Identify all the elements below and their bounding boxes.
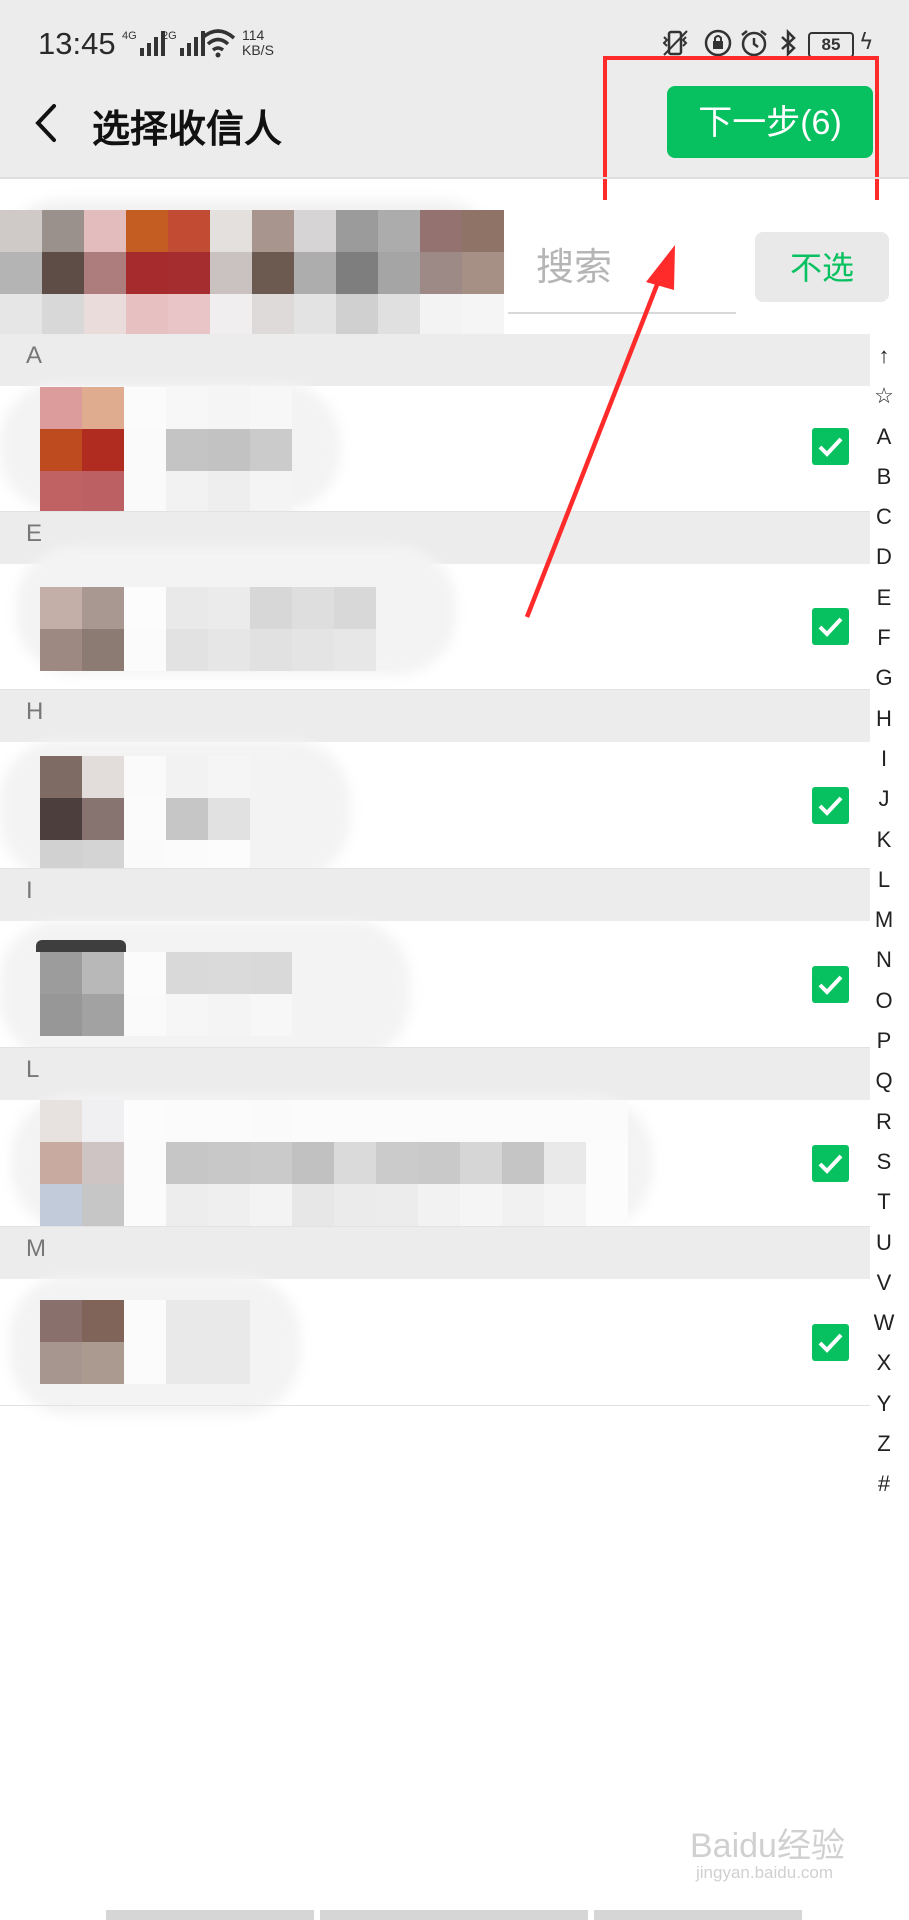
index-letter[interactable]: L (868, 860, 900, 900)
page-title: 选择收信人 (92, 107, 283, 151)
section-letter: I (26, 877, 33, 904)
search-underline (508, 312, 736, 314)
row-divider (0, 1405, 870, 1406)
back-icon[interactable] (28, 98, 68, 148)
index-letter[interactable]: P (868, 1021, 900, 1061)
index-letter[interactable]: ↑ (868, 336, 900, 376)
bluetooth-icon (773, 28, 803, 58)
index-letter[interactable]: M (868, 900, 900, 940)
checkbox-checked[interactable] (812, 608, 849, 645)
checkbox-checked[interactable] (812, 1145, 849, 1182)
index-letter[interactable]: O (868, 981, 900, 1021)
section-letter: A (26, 342, 43, 369)
index-letter[interactable]: D (868, 537, 900, 577)
signal-icon-sim1: 4G (122, 30, 165, 56)
alphabet-index[interactable]: ↑ ☆ A B C D E F G H I J K L M N O P Q R S T U V W X Y Z # (868, 336, 900, 1505)
watermark-brand: Baidu经验 (690, 1827, 845, 1865)
index-letter[interactable]: Z (868, 1424, 900, 1464)
alarm-icon (739, 28, 769, 58)
index-letter[interactable]: K (868, 820, 900, 860)
section-header: M (0, 1227, 870, 1279)
search-input[interactable]: 搜索 (536, 236, 612, 291)
index-letter[interactable]: X (868, 1343, 900, 1383)
wifi-icon (200, 28, 236, 58)
index-letter[interactable]: B (868, 457, 900, 497)
nav-bar-segment[interactable] (106, 1910, 314, 1920)
status-time: 13:45 (38, 26, 116, 61)
section-letter: M (26, 1235, 46, 1262)
checkbox-checked[interactable] (812, 1324, 849, 1361)
network-speed: 114 KB/S (242, 28, 274, 58)
selected-avatars-strip[interactable] (0, 210, 504, 336)
nav-bar-segment[interactable] (320, 1910, 588, 1920)
watermark-url: jingyan.baidu.com (696, 1863, 834, 1882)
index-letter[interactable]: E (868, 578, 900, 618)
charging-icon: ϟ (859, 30, 874, 55)
nav-bar-segment[interactable] (594, 1910, 802, 1920)
index-letter[interactable]: A (868, 417, 900, 457)
index-letter[interactable]: ☆ (868, 376, 900, 416)
contact-avatar (40, 1300, 250, 1384)
contact-avatar (40, 756, 250, 882)
index-letter[interactable]: J (868, 779, 900, 819)
divider (0, 177, 909, 179)
index-letter[interactable]: Y (868, 1384, 900, 1424)
index-letter[interactable]: U (868, 1223, 900, 1263)
index-letter[interactable]: G (868, 658, 900, 698)
contact-avatar (40, 952, 292, 1036)
index-letter[interactable]: Q (868, 1061, 900, 1101)
contact-avatar (40, 587, 376, 671)
index-letter[interactable]: # (868, 1464, 900, 1504)
index-letter[interactable]: C (868, 497, 900, 537)
section-letter: E (26, 520, 43, 547)
section-header: L (0, 1048, 870, 1100)
index-letter[interactable]: S (868, 1142, 900, 1182)
sim2-label: 2G (162, 30, 177, 42)
section-letter: L (26, 1056, 40, 1083)
speed-value: 114 (242, 27, 265, 43)
index-letter[interactable]: F (868, 618, 900, 658)
contact-avatar (40, 1100, 628, 1226)
index-letter[interactable]: I (868, 739, 900, 779)
section-letter: H (26, 698, 44, 725)
avatar-edge (36, 940, 126, 952)
signal-icon-sim2: 2G (162, 30, 205, 56)
section-header: A (0, 334, 870, 386)
vibrate-icon (660, 28, 690, 58)
rotation-lock-icon (703, 28, 733, 58)
annotation-highlight-box (603, 56, 879, 210)
section-header: H (0, 690, 870, 742)
checkbox-checked[interactable] (812, 787, 849, 824)
section-header: I (0, 869, 870, 921)
unselect-all-button[interactable]: 不选 (755, 232, 889, 302)
contact-avatar (40, 387, 292, 513)
index-letter[interactable]: T (868, 1182, 900, 1222)
index-letter[interactable]: W (868, 1303, 900, 1343)
index-letter[interactable]: V (868, 1263, 900, 1303)
index-letter[interactable]: N (868, 940, 900, 980)
battery-icon: 85 (808, 32, 854, 58)
checkbox-checked[interactable] (812, 966, 849, 1003)
index-letter[interactable]: R (868, 1102, 900, 1142)
baidu-watermark: Baidu经验 jingyan.baidu.com (690, 1818, 845, 1883)
index-letter[interactable]: H (868, 699, 900, 739)
sim1-label: 4G (122, 30, 137, 42)
speed-unit: KB/S (242, 42, 274, 58)
checkbox-checked[interactable] (812, 428, 849, 465)
